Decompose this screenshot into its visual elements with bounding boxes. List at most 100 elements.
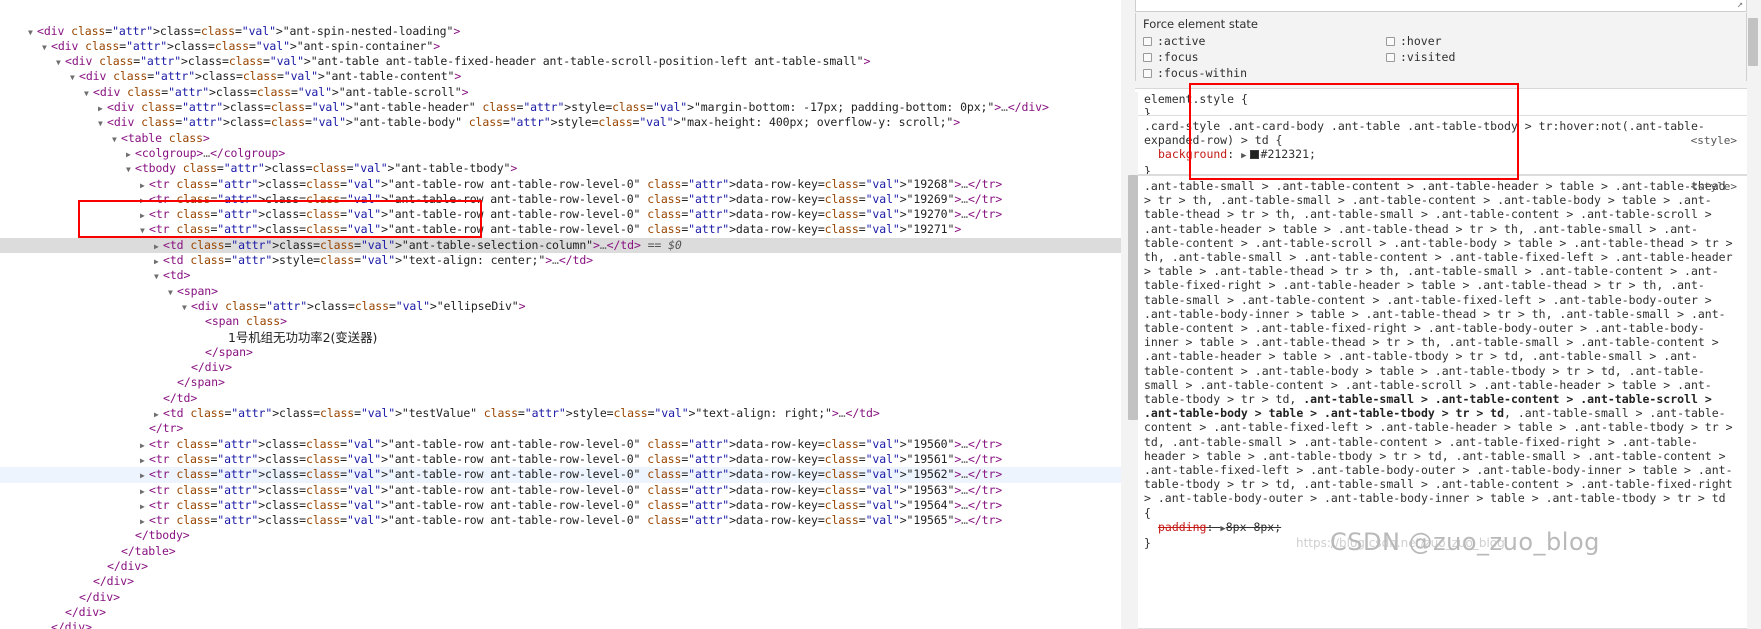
chevron-down-icon[interactable]: ▼: [42, 40, 51, 55]
panel-scrollbar-thumb[interactable]: [1748, 18, 1758, 66]
force-state-checkbox-focus-within[interactable]: :focus-within: [1143, 66, 1247, 80]
chevron-down-icon[interactable]: ▼: [126, 162, 135, 177]
css-selector[interactable]: .card-style .ant-card-body .ant-table .a…: [1144, 119, 1705, 147]
dom-tree-line[interactable]: ▶ <tr class="attr">class=class="val">"ant…: [0, 192, 1121, 207]
dom-tree-line[interactable]: ▶ <tr class="attr">class=class="val">"ant…: [0, 177, 1121, 192]
dom-tree-line[interactable]: ▶ <td class="attr">class=class="val">"tes…: [0, 406, 1121, 421]
checkbox-icon[interactable]: [1143, 53, 1152, 62]
css-property-value[interactable]: #212321;: [1261, 147, 1316, 161]
checkbox-icon[interactable]: [1386, 53, 1395, 62]
dom-tree-line[interactable]: ▶ <tr class="attr">class=class="val">"ant…: [0, 452, 1121, 467]
chevron-down-icon[interactable]: ▼: [56, 55, 65, 70]
dom-tree-line[interactable]: </span>: [0, 345, 1121, 360]
force-state-checkbox-hover[interactable]: :hover: [1386, 34, 1442, 48]
chevron-right-icon[interactable]: ▶: [154, 407, 163, 422]
chevron-right-icon[interactable]: ▶: [140, 193, 149, 208]
dom-tree-line[interactable]: </div>: [0, 574, 1121, 589]
css-selector-tail[interactable]: , .ant-table-small > .ant-table-content …: [1144, 406, 1733, 505]
dom-tree-line[interactable]: ▼ <table class>: [0, 131, 1121, 146]
force-state-checkbox-active[interactable]: :active: [1143, 34, 1205, 48]
chevron-right-icon[interactable]: ▶: [140, 438, 149, 453]
chevron-down-icon[interactable]: ▼: [154, 269, 163, 284]
dom-tree-line[interactable]: <span class>: [0, 314, 1121, 329]
chevron-right-icon[interactable]: ▶: [126, 147, 135, 162]
element-style-rule[interactable]: element.style {}: [1135, 88, 1747, 116]
ant-table-small-padding-rule[interactable]: .ant-table-small > .ant-table-content > …: [1135, 175, 1747, 629]
chevron-right-icon[interactable]: ▶: [140, 484, 149, 499]
chevron-right-icon[interactable]: ▶: [154, 239, 163, 254]
dom-tree-line[interactable]: </table>: [0, 544, 1121, 559]
dom-tree-line[interactable]: </div>: [0, 605, 1121, 620]
css-property-value[interactable]: 8px 8px;: [1226, 520, 1281, 534]
dom-tree-line[interactable]: </tr>: [0, 421, 1121, 436]
color-swatch[interactable]: [1249, 150, 1259, 160]
dom-tree-line[interactable]: </div>: [0, 620, 1121, 629]
force-state-checkbox-visited[interactable]: :visited: [1386, 50, 1455, 64]
dom-tree-line[interactable]: </span>: [0, 375, 1121, 390]
chevron-right-icon[interactable]: ▶: [140, 178, 149, 193]
checkbox-icon[interactable]: [1143, 37, 1152, 46]
dom-tree-line[interactable]: ▶ <td class="attr">style=class="val">"tex…: [0, 253, 1121, 268]
dom-tree-line[interactable]: ▶ <td class="attr">class=class="val">"ant…: [0, 237, 1121, 254]
styles-panel[interactable]: ↗ Force element state :active:hover:focu…: [1121, 0, 1761, 629]
dom-tree-line[interactable]: ▼ <div class="attr">class=class="val">"an…: [0, 69, 1121, 84]
chevron-down-icon[interactable]: ▼: [168, 285, 177, 300]
chevron-down-icon[interactable]: ▼: [84, 86, 93, 101]
chevron-right-icon[interactable]: ▶: [98, 101, 107, 116]
css-property-name[interactable]: padding: [1144, 520, 1206, 534]
chevron-down-icon[interactable]: ▼: [140, 223, 149, 238]
dom-line-markup: </div>: [65, 604, 106, 619]
expand-arrow-icon[interactable]: ▶: [1241, 151, 1246, 161]
dom-tree-line[interactable]: ▼ <div class="attr">class=class="val">"an…: [0, 54, 1121, 69]
dom-tree-line[interactable]: 1号机组无功功率2(变送器): [0, 330, 1121, 345]
dom-tree-line[interactable]: ▼ <div class="attr">class=class="val">"an…: [0, 24, 1121, 39]
dom-tree-line[interactable]: ▼ <td>: [0, 268, 1121, 283]
dom-tree-line[interactable]: ▶ <tr class="attr">class=class="val">"ant…: [0, 498, 1121, 513]
css-selector[interactable]: .ant-table-small > .ant-table-content > …: [1144, 179, 1733, 406]
dom-tree-line[interactable]: ▶ <tr class="attr">class=class="val">"ant…: [0, 483, 1121, 498]
dom-tree-line[interactable]: ▶ <div class="attr">class=class="val">"an…: [0, 100, 1121, 115]
force-state-checkbox-focus[interactable]: :focus: [1143, 50, 1199, 64]
css-source-link[interactable]: <style>: [1691, 180, 1737, 194]
dom-tree-line[interactable]: </div>: [0, 559, 1121, 574]
dom-tree-line[interactable]: ▼ <tr class="attr">class=class="val">"ant…: [0, 222, 1121, 237]
dom-tree-line[interactable]: ▶ <tr class="attr">class=class="val">"ant…: [0, 207, 1121, 222]
dom-line-markup: </tbody>: [135, 528, 190, 543]
dom-tree-line[interactable]: </td>: [0, 391, 1121, 406]
dom-text-node: 1号机组无功功率2(变送器): [228, 329, 378, 345]
dom-tree-line[interactable]: </tbody>: [0, 528, 1121, 543]
styles-scrollbar-thumb[interactable]: [1128, 175, 1138, 420]
chevron-down-icon[interactable]: ▼: [98, 116, 107, 131]
dom-tree-line[interactable]: ▼ <tbody class="attr">class=class="val">"…: [0, 161, 1121, 176]
dom-tree-line[interactable]: ▶ <tr class="attr">class=class="val">"ant…: [0, 467, 1121, 483]
chevron-right-icon[interactable]: ▶: [140, 514, 149, 529]
chevron-down-icon[interactable]: ▼: [70, 70, 79, 85]
chevron-down-icon[interactable]: ▼: [28, 25, 37, 40]
css-property-name[interactable]: background: [1144, 147, 1227, 161]
dom-tree-line[interactable]: </div>: [0, 590, 1121, 605]
chevron-right-icon[interactable]: ▶: [140, 208, 149, 223]
dom-tree-line[interactable]: ▶ <colgroup>…</colgroup>: [0, 146, 1121, 161]
chevron-right-icon[interactable]: ▶: [154, 254, 163, 269]
dom-tree-line-list: ▼ <div class="attr">class=class="val">"an…: [0, 24, 1121, 629]
chevron-down-icon[interactable]: ▼: [112, 132, 121, 147]
chevron-right-icon[interactable]: ▶: [140, 468, 149, 483]
checkbox-icon[interactable]: [1386, 37, 1395, 46]
dom-tree-line[interactable]: ▼ <div class="attr">class=class="val">"an…: [0, 85, 1121, 100]
dom-tree-line[interactable]: ▶ <tr class="attr">class=class="val">"ant…: [0, 513, 1121, 528]
dom-tree-line[interactable]: ▼ <div class="attr">class=class="val">"an…: [0, 39, 1121, 54]
chevron-down-icon[interactable]: ▼: [182, 300, 191, 315]
css-source-link[interactable]: <style>: [1691, 134, 1737, 148]
css-selector[interactable]: element.style: [1144, 92, 1234, 106]
dom-tree-line[interactable]: ▼ <div class="attr">class=class="val">"an…: [0, 115, 1121, 130]
dom-tree-line[interactable]: </div>: [0, 360, 1121, 375]
dom-tree-panel[interactable]: ▼ <div class="attr">class=class="val">"an…: [0, 0, 1121, 629]
dom-tree-line[interactable]: ▶ <tr class="attr">class=class="val">"ant…: [0, 437, 1121, 452]
styles-filter-input[interactable]: ↗: [1135, 0, 1747, 12]
card-style-hover-rule[interactable]: .card-style .ant-card-body .ant-table .a…: [1135, 115, 1747, 175]
checkbox-icon[interactable]: [1143, 69, 1152, 78]
dom-tree-line[interactable]: ▼ <div class="attr">class=class="val">"el…: [0, 299, 1121, 314]
dom-tree-line[interactable]: ▼ <span>: [0, 284, 1121, 299]
chevron-right-icon[interactable]: ▶: [140, 499, 149, 514]
chevron-right-icon[interactable]: ▶: [140, 453, 149, 468]
